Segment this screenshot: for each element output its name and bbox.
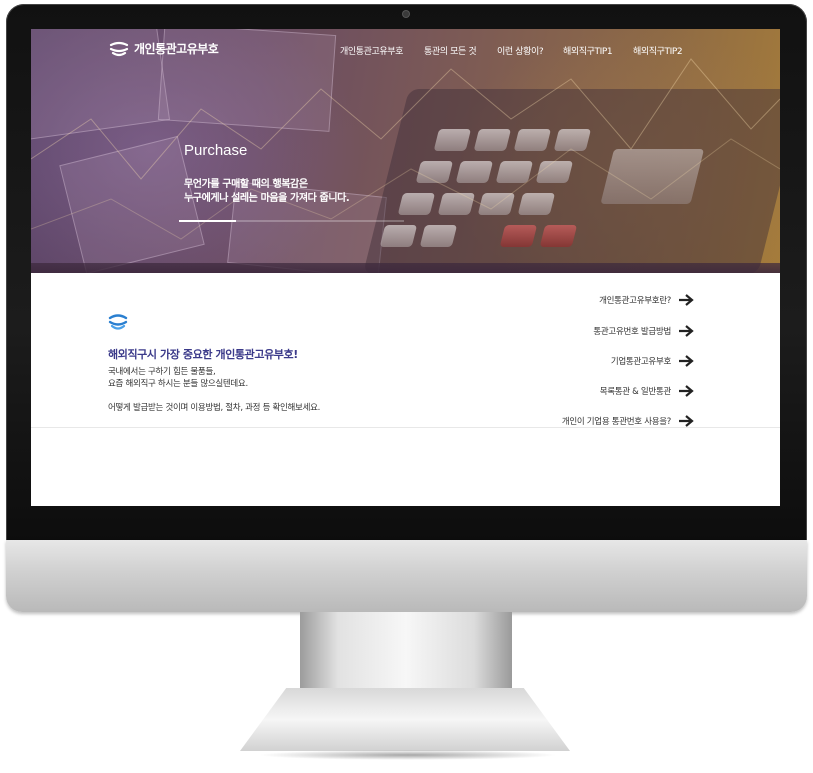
hero-subtitle-line2: 누구에게나 설레는 마음을 가져다 줍니다. bbox=[184, 193, 350, 204]
intro-line3: 어떻게 발급받는 것이며 이용방법, 절차, 과정 등 확인해보세요. bbox=[108, 403, 321, 413]
arrow-right-icon bbox=[679, 355, 694, 367]
nav-item-tip1[interactable]: 해외직구TIP1 bbox=[563, 44, 613, 57]
intro-heading: 해외직구시 가장 중요한 개인통관고유부호! bbox=[108, 348, 298, 361]
link-how-to-issue[interactable]: 통관고유번호 발급방법 bbox=[593, 325, 694, 337]
hero-banner: 개인통관고유부호 개인통관고유부호 통관의 모든 것 이런 상황이? 해외직구T… bbox=[31, 29, 780, 273]
link-list-vs-general[interactable]: 목록통관 & 일반통관 bbox=[600, 385, 694, 397]
screen: 개인통관고유부호 개인통관고유부호 통관의 모든 것 이런 상황이? 해외직구T… bbox=[31, 29, 780, 506]
chart-lines-graphic bbox=[31, 58, 780, 240]
nav-item-situations[interactable]: 이런 상황이? bbox=[497, 44, 544, 57]
section-divider bbox=[31, 427, 780, 428]
site-logo[interactable]: 개인통관고유부호 bbox=[109, 40, 219, 57]
link-label: 목록통관 & 일반통관 bbox=[599, 387, 672, 397]
nav-item-all-about-customs[interactable]: 통관의 모든 것 bbox=[424, 44, 477, 57]
monitor-stand-base bbox=[240, 688, 570, 751]
hero-subtitle-line1: 무언가를 구매할 때의 행복감은 bbox=[184, 179, 308, 190]
camera-icon bbox=[403, 11, 409, 17]
link-corporate-code[interactable]: 기업통관고유부호 bbox=[611, 355, 694, 367]
link-label: 통관고유번호 발급방법 bbox=[593, 327, 671, 337]
hero-bottom-strip bbox=[31, 263, 780, 273]
stand-shadow bbox=[258, 750, 558, 760]
link-label: 기업통관고유부호 bbox=[610, 357, 671, 367]
logo-text: 개인통관고유부호 bbox=[134, 42, 219, 56]
monitor-chin bbox=[6, 540, 807, 612]
nav-item-tip2[interactable]: 해외직구TIP2 bbox=[633, 44, 683, 57]
link-label: 개인통관고유부호란? bbox=[599, 296, 671, 306]
arrow-right-icon bbox=[679, 385, 694, 397]
link-what-is-code[interactable]: 개인통관고유부호란? bbox=[599, 294, 694, 306]
layered-sphere-icon bbox=[109, 41, 129, 56]
intro-line2: 요즘 해외직구 하시는 분들 많으실텐데요. bbox=[108, 379, 248, 389]
intro-line1: 국내에서는 구하기 힘든 물품들, bbox=[108, 367, 216, 377]
link-personal-use-corporate[interactable]: 개인이 기업용 통관번호 사용을? bbox=[562, 415, 694, 427]
nav-item-customs-code[interactable]: 개인통관고유부호 bbox=[340, 44, 403, 57]
slider-progress bbox=[179, 220, 236, 222]
link-label: 개인이 기업용 통관번호 사용을? bbox=[561, 417, 671, 427]
arrow-right-icon bbox=[679, 294, 694, 306]
arrow-right-icon bbox=[679, 325, 694, 337]
arrow-right-icon bbox=[679, 415, 694, 427]
hero-title: Purchase bbox=[184, 142, 248, 159]
layered-sphere-icon bbox=[108, 314, 128, 330]
